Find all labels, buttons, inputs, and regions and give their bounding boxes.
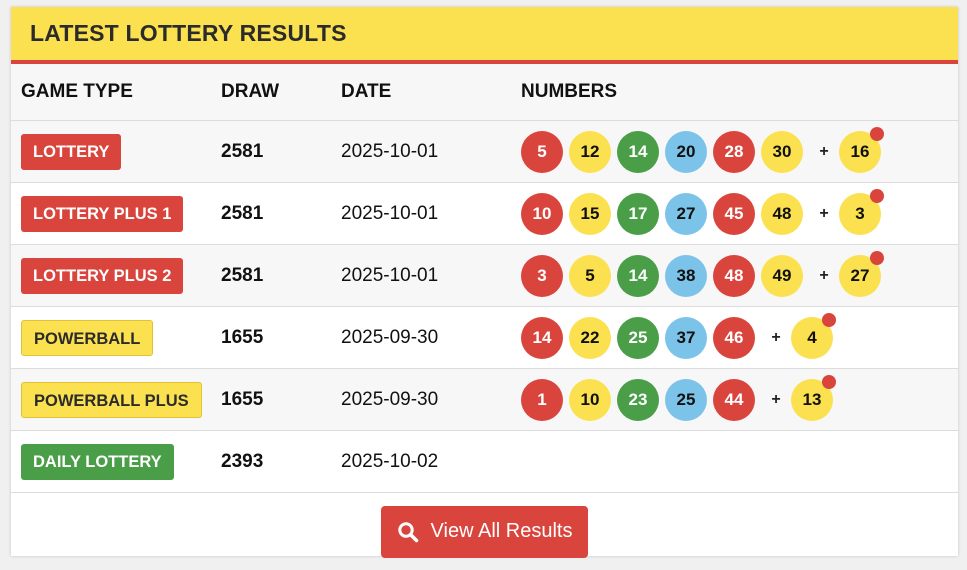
draw-number: 2581	[221, 264, 264, 286]
lottery-ball: 17	[617, 192, 659, 235]
bonus-indicator-dot	[870, 126, 884, 141]
game-type-badge[interactable]: POWERBALL PLUS	[21, 381, 202, 418]
table-row: LOTTERY PLUS 2 2581 2025-10-01 3 5 14 38 48 49 +2…	[11, 245, 958, 307]
draw-date: 2025-09-30	[341, 388, 439, 410]
plus-sign: +	[771, 390, 781, 408]
lottery-ball: 25	[665, 378, 707, 421]
bonus-ball-number: 27	[850, 265, 870, 285]
search-icon	[397, 521, 419, 543]
game-type-cell: LOTTERY	[11, 133, 221, 170]
lottery-ball: 12	[569, 130, 611, 173]
lottery-ball: 25	[617, 316, 659, 359]
bonus-ball-number: 3	[855, 203, 865, 223]
draw-number: 2393	[221, 450, 264, 472]
draw-date: 2025-09-30	[341, 326, 439, 348]
lottery-ball: 48	[713, 254, 755, 297]
lottery-ball: 48	[761, 192, 803, 235]
column-header-numbers: NUMBERS	[521, 81, 618, 102]
draw-number: 2581	[221, 140, 264, 162]
bonus-ball: 27	[839, 250, 884, 297]
lottery-ball: 30	[761, 130, 803, 173]
lottery-ball: 22	[569, 316, 611, 359]
bonus-indicator-dot	[870, 188, 884, 203]
game-type-cell: LOTTERY PLUS 2	[11, 257, 221, 294]
results-table-body: LOTTERY 2581 2025-10-01 5 12 14 20 28 30 +16 LOTTE…	[11, 121, 958, 493]
game-type-cell: POWERBALL PLUS	[11, 381, 221, 418]
lottery-ball: 14	[521, 316, 563, 359]
table-row: DAILY LOTTERY 2393 2025-10-02	[11, 431, 958, 493]
game-type-badge[interactable]: POWERBALL	[21, 319, 154, 356]
plus-sign: +	[819, 204, 829, 222]
plus-sign: +	[771, 328, 781, 346]
card-title: LATEST LOTTERY RESULTS	[30, 20, 347, 46]
lottery-ball: 5	[521, 130, 563, 173]
bonus-indicator-dot	[870, 250, 884, 265]
lottery-ball: 44	[713, 378, 755, 421]
bonus-ball-number: 16	[850, 141, 870, 161]
column-header-draw: DRAW	[221, 81, 280, 102]
lottery-ball: 49	[761, 254, 803, 297]
numbers-cell: 1 10 23 25 44 +13	[521, 374, 958, 421]
table-row: POWERBALL 1655 2025-09-30 14 22 25 37 46 +4	[11, 307, 958, 369]
game-type-badge[interactable]: LOTTERY	[21, 133, 122, 170]
game-type-badge[interactable]: LOTTERY PLUS 1	[21, 195, 184, 232]
column-header-game-type: GAME TYPE	[21, 81, 133, 102]
table-row: LOTTERY PLUS 1 2581 2025-10-01 10 15 17 27 45 48…	[11, 183, 958, 245]
lottery-ball: 10	[569, 378, 611, 421]
plus-sign: +	[819, 266, 829, 284]
lottery-ball: 15	[569, 192, 611, 235]
bonus-ball: 13	[791, 374, 836, 421]
lottery-ball: 37	[665, 316, 707, 359]
draw-number: 2581	[221, 202, 264, 224]
lottery-ball: 10	[521, 192, 563, 235]
lottery-ball: 23	[617, 378, 659, 421]
draw-date: 2025-10-02	[341, 450, 439, 472]
bonus-indicator-dot	[822, 312, 836, 327]
lottery-ball: 45	[713, 192, 755, 235]
lottery-ball: 14	[617, 130, 659, 173]
lottery-ball: 38	[665, 254, 707, 297]
lottery-ball: 1	[521, 378, 563, 421]
draw-date: 2025-10-01	[341, 264, 439, 286]
lottery-ball: 20	[665, 130, 707, 173]
table-row: LOTTERY 2581 2025-10-01 5 12 14 20 28 30 +16	[11, 121, 958, 183]
bonus-indicator-dot	[822, 374, 836, 389]
game-type-cell: DAILY LOTTERY	[11, 443, 221, 480]
numbers-cell: 3 5 14 38 48 49 +27	[521, 250, 958, 297]
bonus-ball-number: 4	[807, 327, 817, 347]
game-type-badge[interactable]: DAILY LOTTERY	[21, 443, 174, 480]
plus-sign: +	[819, 142, 829, 160]
bonus-ball-number: 13	[802, 389, 822, 409]
lottery-ball: 28	[713, 130, 755, 173]
lottery-ball: 27	[665, 192, 707, 235]
lottery-ball: 3	[521, 254, 563, 297]
lottery-ball: 14	[617, 254, 659, 297]
numbers-cell: 14 22 25 37 46 +4	[521, 312, 958, 359]
bonus-ball: 3	[839, 188, 884, 235]
bonus-ball: 4	[791, 312, 836, 359]
table-header: GAME TYPE DRAW DATE NUMBERS	[11, 64, 958, 121]
game-type-cell: POWERBALL	[11, 319, 221, 356]
card-header: LATEST LOTTERY RESULTS	[11, 7, 958, 64]
draw-date: 2025-10-01	[341, 202, 439, 224]
card-footer: View All Results	[11, 493, 958, 568]
game-type-badge[interactable]: LOTTERY PLUS 2	[21, 257, 184, 294]
view-all-results-button[interactable]: View All Results	[380, 505, 589, 558]
lottery-results-card: LATEST LOTTERY RESULTS GAME TYPE DRAW DA…	[11, 7, 958, 558]
draw-number: 1655	[221, 326, 264, 348]
table-row: POWERBALL PLUS 1655 2025-09-30 1 10 23 25 44 +13	[11, 369, 958, 431]
game-type-cell: LOTTERY PLUS 1	[11, 195, 221, 232]
numbers-cell: 10 15 17 27 45 48 +3	[521, 188, 958, 235]
draw-date: 2025-10-01	[341, 140, 439, 162]
bonus-ball: 16	[839, 126, 884, 173]
column-header-date: DATE	[341, 81, 392, 102]
numbers-cell: 5 12 14 20 28 30 +16	[521, 126, 958, 173]
lottery-ball: 5	[569, 254, 611, 297]
lottery-ball: 46	[713, 316, 755, 359]
view-all-results-label: View All Results	[430, 520, 573, 542]
draw-number: 1655	[221, 388, 264, 410]
